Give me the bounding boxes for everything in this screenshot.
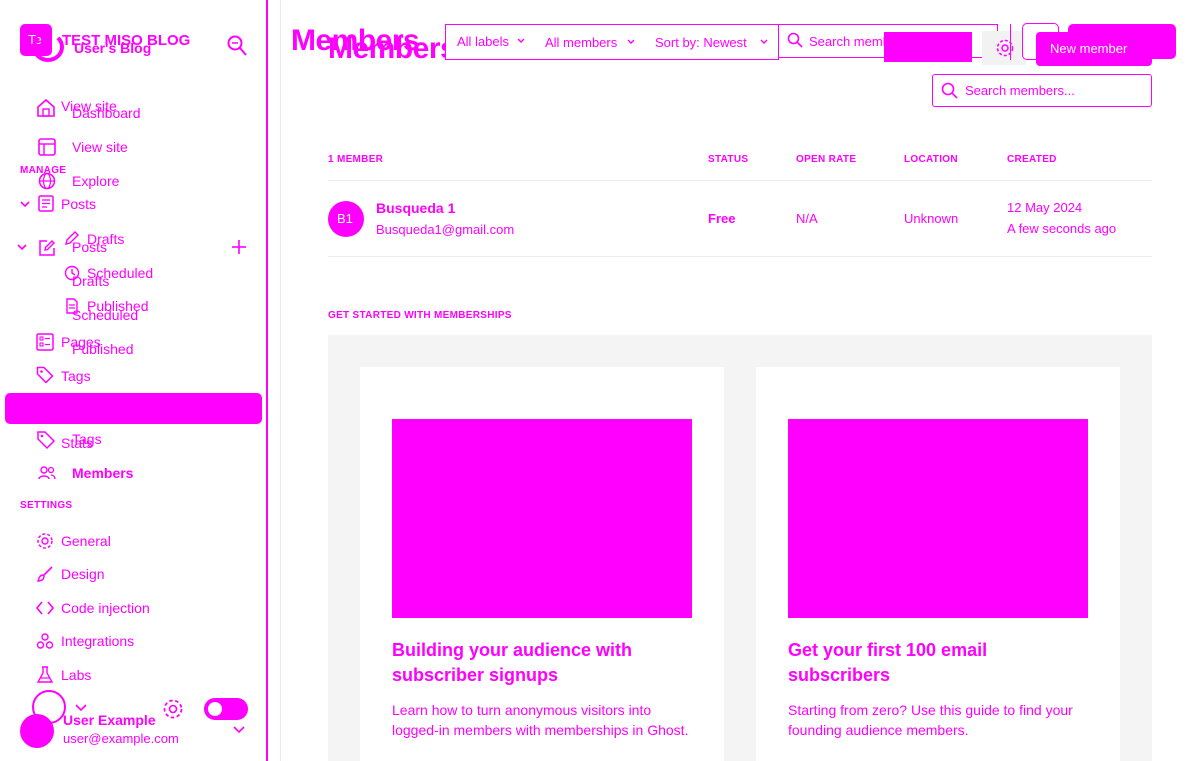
guide-card[interactable]: Get your first 100 email subscribers Sta… — [756, 367, 1120, 761]
member-created-relative: A few seconds ago — [1007, 221, 1117, 236]
stats-icon — [37, 431, 56, 450]
nav-published-overlay[interactable]: Published — [72, 341, 134, 357]
globe-icon — [38, 172, 56, 190]
divider-vertical — [1010, 24, 1011, 60]
nav-integrations[interactable]: Integrations — [61, 633, 134, 649]
page-title-ghost: Members — [328, 32, 457, 65]
members-icon — [38, 466, 56, 480]
edit-icon — [39, 240, 55, 256]
filter-members[interactable]: All members — [545, 35, 617, 50]
column-location[interactable]: LOCATION — [904, 154, 958, 165]
column-open-rate[interactable]: OPEN RATE — [796, 154, 856, 165]
chevron-down-icon[interactable] — [19, 199, 31, 209]
search-icon — [787, 32, 803, 48]
nav-active-highlight[interactable] — [5, 393, 262, 424]
pages-icon — [36, 333, 54, 351]
nav-explore[interactable]: Explore — [72, 173, 119, 189]
nav-code-injection[interactable]: Code injection — [61, 600, 150, 616]
guide-card-text: Starting from zero? Use this guide to fi… — [788, 702, 1073, 738]
nav-dashboard[interactable]: Dashboard — [72, 105, 141, 121]
search-input[interactable]: Search members... — [965, 83, 1075, 98]
gear-icon — [37, 533, 53, 549]
gear-icon — [996, 39, 1014, 57]
search-icon — [941, 82, 958, 99]
filter-sort[interactable]: Sort by: Newest — [655, 35, 747, 50]
layout-icon — [38, 138, 56, 156]
nav-design[interactable]: Design — [61, 566, 105, 582]
nav-view-site[interactable]: View site — [72, 139, 128, 155]
site-subtitle: User's Blog — [74, 40, 152, 56]
filter-labels[interactable]: All labels — [457, 34, 509, 49]
guide-card-image — [788, 419, 1088, 618]
member-created-date: 12 May 2024 — [1007, 200, 1083, 215]
nav-posts-overlay[interactable]: Posts — [72, 239, 107, 255]
member-status: Free — [708, 211, 736, 226]
nav-posts[interactable]: Posts — [61, 196, 96, 212]
plus-icon[interactable] — [230, 238, 248, 256]
member-location: Unknown — [904, 211, 959, 226]
row-divider — [328, 256, 1152, 257]
get-started-label: GET STARTED WITH MEMBERSHIPS — [328, 310, 512, 321]
tag-icon — [36, 366, 54, 384]
site-logo-ring — [32, 32, 64, 62]
chevron-down-icon — [627, 39, 635, 44]
nav-labs[interactable]: Labs — [61, 667, 91, 683]
chevron-down-icon — [760, 39, 768, 44]
guide-card-text: Learn how to turn anonymous visitors int… — [392, 702, 689, 738]
sidebar-divider — [266, 0, 268, 761]
new-member-label[interactable]: New member — [1050, 41, 1165, 56]
nav-members[interactable]: Members — [72, 465, 133, 481]
theme-toggle-knob — [208, 702, 222, 716]
main-divider — [280, 0, 281, 761]
guide-card-image — [392, 419, 692, 618]
integrations-icon — [36, 633, 54, 649]
user-name: User Example — [63, 712, 156, 728]
nav-tags[interactable]: Tags — [61, 368, 91, 384]
avatar-initials: B1 — [337, 211, 353, 226]
guide-card[interactable]: Building your audience with subscriber s… — [360, 367, 724, 761]
flask-icon — [36, 666, 54, 683]
brush-icon — [37, 566, 53, 582]
section-settings: SETTINGS — [20, 500, 73, 511]
code-icon — [35, 601, 55, 615]
avatar[interactable] — [20, 714, 54, 748]
nav-tags-overlay[interactable]: Tags — [72, 431, 102, 447]
home-icon — [37, 98, 55, 117]
nav-scheduled-overlay[interactable]: Scheduled — [72, 307, 138, 323]
posts-icon — [38, 195, 54, 212]
column-created[interactable]: CREATED — [1007, 154, 1057, 165]
user-email: user@example.com — [63, 731, 179, 746]
nav-general[interactable]: General — [61, 533, 111, 549]
member-name[interactable]: Busqueda 1 — [376, 200, 455, 216]
search-overlay-block — [884, 32, 972, 62]
nav-drafts-overlay[interactable]: Drafts — [72, 273, 109, 289]
gear-icon[interactable] — [162, 698, 184, 720]
column-member: 1 MEMBER — [328, 154, 384, 165]
chevron-down-icon — [517, 38, 525, 43]
member-email: Busqueda1@gmail.com — [376, 222, 515, 237]
guide-card-title[interactable]: Get your first 100 email subscribers — [788, 638, 1088, 688]
chevron-down-icon[interactable] — [232, 724, 246, 736]
search-icon[interactable] — [226, 33, 248, 57]
chevron-down-icon[interactable] — [16, 242, 28, 252]
column-status[interactable]: STATUS — [708, 154, 748, 165]
header-divider — [328, 180, 1152, 181]
guide-card-title[interactable]: Building your audience with subscriber s… — [392, 638, 692, 688]
member-open-rate: N/A — [796, 211, 818, 226]
